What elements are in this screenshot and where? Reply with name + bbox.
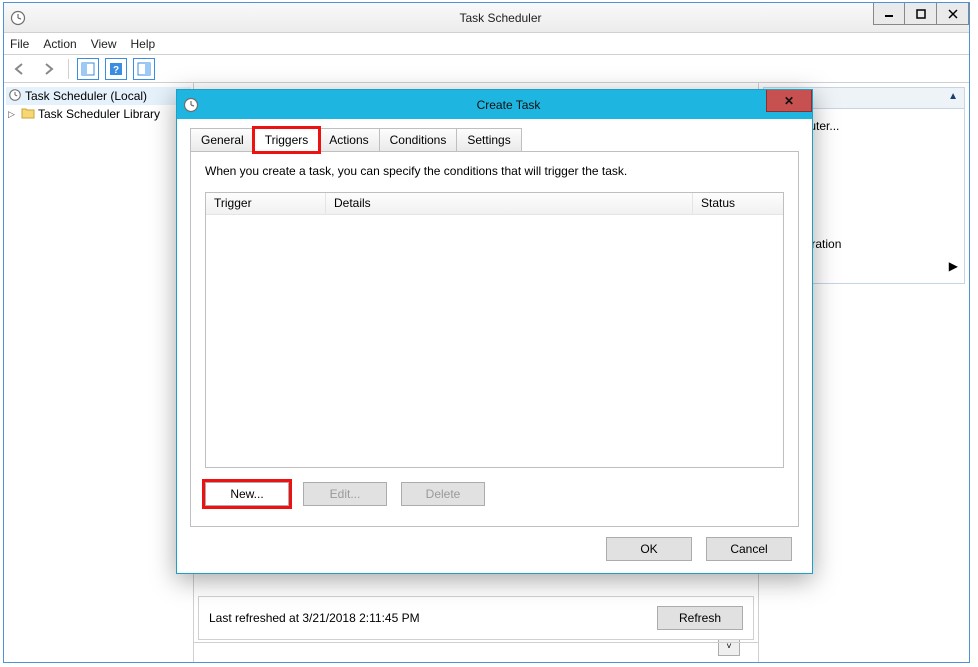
new-trigger-button[interactable]: New... [205, 482, 289, 506]
minimize-button[interactable] [873, 3, 905, 25]
svg-text:?: ? [113, 65, 119, 76]
triggers-description: When you create a task, you can specify … [205, 164, 784, 178]
maximize-button[interactable] [905, 3, 937, 25]
dialog-close-button[interactable]: ✕ [766, 90, 812, 112]
window-controls [873, 3, 969, 25]
cancel-button[interactable]: Cancel [706, 537, 792, 561]
status-strip: Last refreshed at 3/21/2018 2:11:45 PM R… [198, 596, 754, 640]
statusbar [194, 642, 758, 662]
main-titlebar[interactable]: Task Scheduler [4, 3, 969, 33]
tab-general[interactable]: General [190, 128, 255, 151]
toolbar-help-button[interactable]: ? [105, 58, 127, 80]
col-trigger[interactable]: Trigger [206, 193, 326, 214]
menu-help[interactable]: Help [131, 37, 156, 51]
tab-settings[interactable]: Settings [456, 128, 521, 151]
dialog-footer: OK Cancel [606, 537, 792, 561]
toolbar: ? [4, 55, 969, 83]
edit-trigger-button: Edit... [303, 482, 387, 506]
nav-forward-button[interactable] [38, 58, 60, 80]
nav-back-button[interactable] [10, 58, 32, 80]
delete-trigger-button: Delete [401, 482, 485, 506]
folder-icon [21, 107, 35, 122]
clock-icon [183, 97, 199, 113]
nav-tree[interactable]: Task Scheduler (Local) ▷ Task Scheduler … [4, 83, 194, 662]
toolbar-pane-toggle-2[interactable] [133, 58, 155, 80]
triggers-list-header: Trigger Details Status [206, 193, 783, 215]
tab-triggers[interactable]: Triggers [254, 128, 320, 152]
toolbar-pane-toggle-1[interactable] [77, 58, 99, 80]
tree-expand-icon[interactable]: ▷ [8, 109, 18, 120]
col-status[interactable]: Status [693, 193, 783, 214]
tree-library[interactable]: ▷ Task Scheduler Library [6, 105, 191, 123]
menu-view[interactable]: View [91, 37, 117, 51]
create-task-dialog: Create Task ✕ General Triggers Actions C… [176, 89, 813, 574]
collapse-icon[interactable]: ▲ [948, 91, 958, 102]
menu-file[interactable]: File [10, 37, 29, 51]
refresh-button[interactable]: Refresh [657, 606, 743, 630]
dialog-title: Create Task [205, 98, 812, 112]
tree-library-label: Task Scheduler Library [38, 107, 160, 121]
clock-icon [10, 10, 26, 26]
main-title: Task Scheduler [32, 11, 969, 25]
col-details[interactable]: Details [326, 193, 693, 214]
tree-root-label: Task Scheduler (Local) [25, 89, 147, 103]
triggers-listview[interactable]: Trigger Details Status [205, 192, 784, 468]
dialog-titlebar[interactable]: Create Task ✕ [177, 90, 812, 119]
last-refreshed-label: Last refreshed at 3/21/2018 2:11:45 PM [209, 611, 420, 625]
close-button[interactable] [937, 3, 969, 25]
tab-actions[interactable]: Actions [318, 128, 379, 151]
dialog-tabs: General Triggers Actions Conditions Sett… [190, 128, 803, 152]
menu-action[interactable]: Action [43, 37, 76, 51]
triggers-tabpage: When you create a task, you can specify … [190, 151, 799, 527]
tree-root[interactable]: Task Scheduler (Local) [6, 87, 191, 105]
clock-icon [8, 88, 22, 105]
ok-button[interactable]: OK [606, 537, 692, 561]
tab-conditions[interactable]: Conditions [379, 128, 458, 151]
menubar: File Action View Help [4, 33, 969, 55]
